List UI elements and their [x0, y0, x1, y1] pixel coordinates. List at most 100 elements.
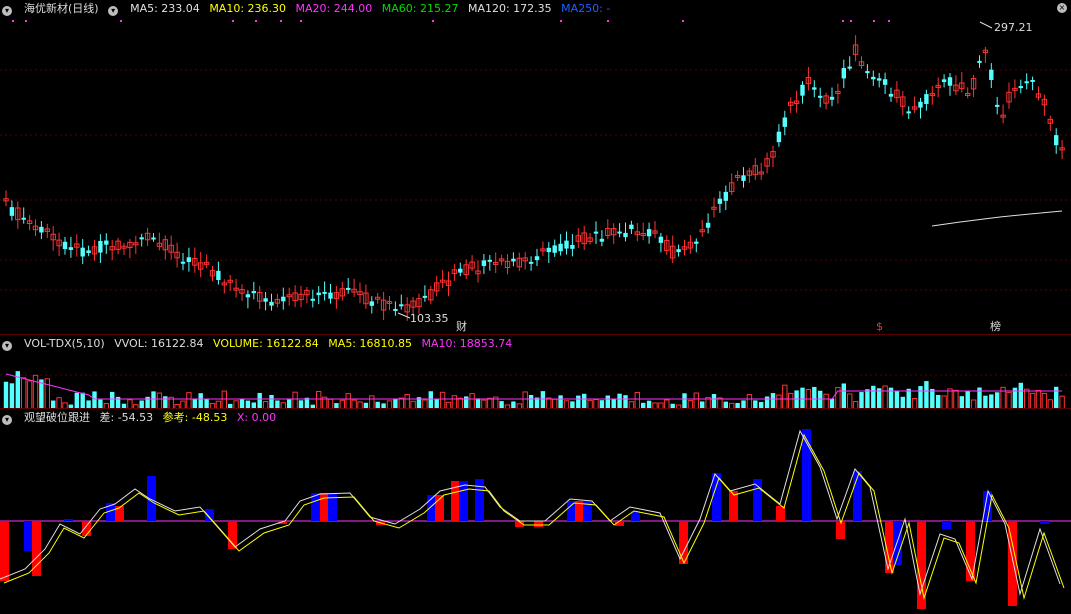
signal-marker [888, 20, 890, 22]
candle-body [328, 292, 333, 299]
ma10-value: MA10: 236.30 [209, 2, 287, 15]
volume-bar [151, 391, 156, 409]
indicator-panel-menu-icon[interactable]: ▾ [2, 411, 18, 425]
ma60-value: MA60: 215.27 [381, 2, 459, 15]
volume-bar [847, 393, 853, 409]
candle-body [924, 94, 929, 104]
signal-marker [255, 20, 257, 22]
ma120-line [931, 210, 1063, 227]
candle-body [882, 79, 888, 85]
volume-bar [156, 392, 163, 409]
volume-bar [770, 393, 776, 409]
candle-body [458, 268, 463, 273]
volume-bar [80, 392, 85, 409]
indicator-chart-panel[interactable]: ▾ 观望破位跟进 差: -54.53 参考: -48.53 X: 0.00 [0, 408, 1071, 614]
volume-bar [882, 385, 888, 409]
candle-body [269, 301, 274, 306]
candle-body [871, 76, 876, 80]
signal-marker [873, 20, 875, 22]
candle-body [1024, 81, 1029, 84]
candle-body [534, 256, 540, 261]
high-price-label: 297.21 [994, 21, 1033, 34]
volume-chart-panel[interactable]: ▾ VOL-TDX(5,10) VVOL: 16122.84 VOLUME: 16… [0, 334, 1071, 409]
volume-bar [859, 392, 864, 409]
candle-body [528, 261, 534, 264]
candle-body [812, 87, 817, 90]
volume-bar [582, 393, 587, 409]
volume-bar [221, 390, 228, 409]
indicator-bar [459, 481, 468, 521]
dollar-marker: $ [876, 320, 883, 333]
indicator-x-value: X: 0.00 [236, 411, 277, 424]
low-price-label: 103.35 [410, 312, 449, 325]
candle-body [216, 270, 221, 281]
volume-bar [110, 391, 115, 409]
price-chart[interactable]: 297.21 103.35 财 $ 榜 [0, 0, 1071, 334]
candle-body [316, 292, 321, 296]
volume-bar [3, 381, 9, 409]
volume-bar [439, 391, 446, 409]
candle-body [481, 260, 487, 267]
price-panel-menu-icon[interactable]: ▾ [2, 2, 18, 16]
candle-body [829, 96, 835, 100]
volume-bar [404, 393, 410, 409]
candle-body [139, 237, 144, 240]
candle-body [741, 175, 746, 181]
indicator-chart[interactable] [0, 409, 1071, 614]
indicator-bar [64, 519, 73, 521]
indicator-bar [82, 521, 91, 536]
price-legend: ▾ 海优新材(日线) ▾ MA5: 233.04 MA10: 236.30 MA20… [2, 2, 616, 16]
volume-bar [316, 391, 322, 409]
candle-body [322, 291, 327, 294]
volume-bar [257, 392, 262, 409]
volume-bar [746, 394, 753, 409]
volume-bar [894, 390, 900, 409]
candle-body [263, 298, 268, 302]
candle-body [717, 198, 723, 204]
volume-bar [74, 392, 79, 409]
volume-bar [1035, 389, 1042, 409]
low-pointer [397, 312, 411, 319]
candle-body [251, 291, 256, 294]
indicator-bar [1040, 521, 1049, 524]
ma-legend-toggle-icon[interactable]: ▾ [108, 2, 124, 16]
candle-body [39, 226, 44, 233]
indicator-name: 观望破位跟进 [24, 411, 90, 424]
indicator-bar [24, 521, 33, 551]
volume-bar [794, 390, 799, 409]
signal-marker [300, 20, 302, 22]
volume-bar [198, 393, 203, 409]
candle-body [487, 259, 492, 262]
volume-value: VOLUME: 16122.84 [213, 337, 319, 350]
candle-body [393, 308, 398, 311]
candle-body [1054, 135, 1059, 146]
candle-body [245, 294, 251, 298]
signal-marker [25, 20, 27, 22]
candle-body [593, 231, 599, 234]
volume-bar [634, 392, 640, 409]
volume-bar [682, 393, 687, 409]
indicator-bar [534, 521, 543, 527]
volume-bar [32, 374, 39, 409]
volume-ma-line [5, 373, 1063, 400]
volume-bar [269, 394, 274, 409]
vvol-value: VVOL: 16122.84 [114, 337, 204, 350]
volume-bar [522, 391, 528, 409]
volume-bar [1054, 386, 1059, 409]
volume-panel-menu-icon[interactable]: ▾ [2, 337, 18, 351]
volume-bar [428, 391, 433, 409]
signal-marker [12, 20, 14, 22]
price-chart-panel[interactable]: 297.21 103.35 财 $ 榜 ▾ 海优新材(日线) ▾ MA5: 233.04 M… [0, 0, 1071, 334]
volume-bar [823, 393, 829, 409]
volume-bar [918, 386, 923, 409]
candle-body [847, 66, 852, 69]
candle-body [310, 298, 315, 301]
indicator-bar [205, 509, 214, 521]
candle-body [346, 287, 351, 290]
signal-marker [607, 20, 609, 22]
indicator-legend: ▾ 观望破位跟进 差: -54.53 参考: -48.53 X: 0.00 [2, 411, 282, 425]
candle-body [989, 69, 994, 80]
panel-close-icon[interactable]: × [1057, 3, 1067, 13]
volume-bar [469, 393, 475, 409]
ma5-value: MA5: 233.04 [130, 2, 200, 15]
